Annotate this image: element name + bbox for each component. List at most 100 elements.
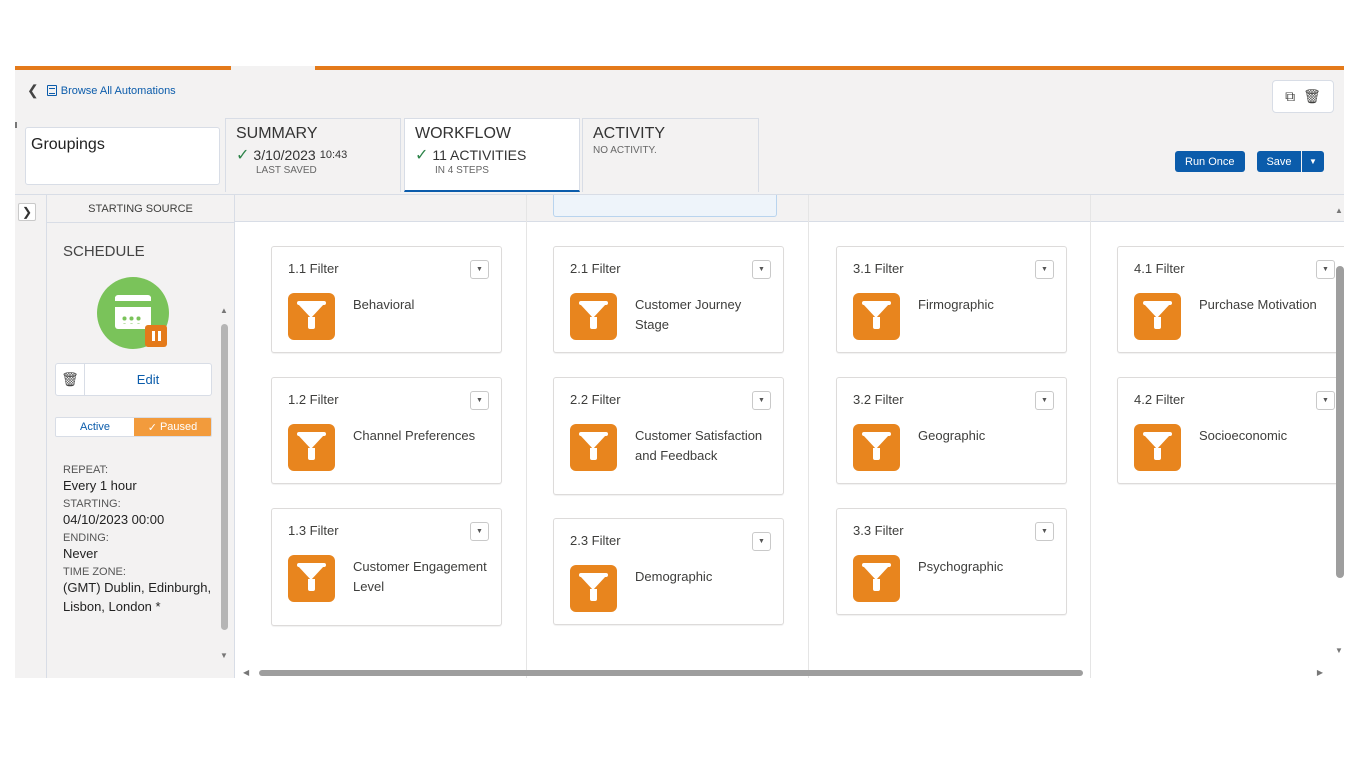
scroll-up-icon[interactable]: ▲ — [1335, 206, 1343, 215]
chevron-down-icon[interactable]: ▼ — [1316, 391, 1335, 410]
tab-workflow-sub: IN 4 STEPS — [435, 165, 489, 176]
drop-zone[interactable] — [553, 195, 777, 217]
chevron-right-icon[interactable]: ❯ — [18, 203, 36, 221]
ending-label: ENDING: — [63, 532, 109, 544]
status-toggle[interactable]: Active ✓ Paused — [55, 417, 212, 437]
scrollbar-thumb[interactable] — [221, 324, 228, 630]
funnel-icon — [853, 555, 900, 602]
scroll-up-icon[interactable]: ▲ — [220, 306, 228, 315]
funnel-icon — [853, 293, 900, 340]
chevron-down-icon[interactable]: ▼ — [470, 391, 489, 410]
toggle-paused-label: Paused — [159, 421, 198, 433]
check-icon: ✓ — [415, 147, 429, 164]
panel-tick — [15, 122, 19, 128]
scroll-down-icon[interactable]: ▼ — [220, 651, 228, 660]
starting-label: STARTING: — [63, 498, 121, 510]
scroll-left-icon[interactable]: ◀ — [243, 668, 249, 677]
edit-button[interactable]: Edit — [85, 363, 212, 396]
tab-activity[interactable]: ACTIVITY NO ACTIVITY. — [582, 118, 759, 192]
starting-source-panel: STARTING SOURCE SCHEDULE 🗑 Edit Active ✓… — [46, 195, 235, 678]
filter-activity-card[interactable]: 2.2 Filter ▼ Customer Satisfaction and Fee… — [553, 377, 784, 495]
ending-value: Never — [63, 546, 98, 561]
chevron-down-icon[interactable]: ▼ — [1316, 260, 1335, 279]
chevron-down-icon[interactable]: ▼ — [470, 522, 489, 541]
schedule-details: REPEAT: Every 1 hour STARTING: 04/10/202… — [63, 461, 213, 616]
starting-value: 04/10/2023 00:00 — [63, 512, 165, 527]
activity-title: 3.3 Filter — [853, 523, 904, 538]
step-header — [235, 195, 526, 222]
funnel-icon — [853, 424, 900, 471]
chevron-down-icon[interactable]: ▼ — [752, 532, 771, 551]
chevron-down-icon[interactable]: ▼ — [1302, 151, 1324, 172]
check-icon: ✓ — [147, 421, 157, 434]
filter-activity-card[interactable]: 1.3 Filter ▼ Customer Engagement Level — [271, 508, 502, 626]
tab-summary[interactable]: SUMMARY ✓ 3/10/2023 10:43 LAST SAVED — [225, 118, 401, 192]
workflow-canvas: 1.1 Filter ▼ Behavioral 1.2 Filter ▼ Channel … — [235, 195, 1344, 678]
trash-icon[interactable]: 🗑 — [1303, 88, 1321, 105]
toggle-active[interactable]: Active — [56, 418, 134, 436]
copy-icon[interactable]: ⧉ — [1285, 88, 1295, 105]
repeat-value: Every 1 hour — [63, 478, 137, 493]
activity-title: 1.2 Filter — [288, 392, 339, 407]
tab-workflow-title: WORKFLOW — [415, 125, 511, 142]
tab-summary-main: ✓ 3/10/2023 10:43 — [236, 145, 390, 165]
last-saved-time: 10:43 — [319, 149, 348, 161]
accent-bar — [15, 66, 231, 70]
chevron-down-icon[interactable]: ▼ — [752, 260, 771, 279]
activity-label: Customer Engagement Level — [353, 559, 487, 594]
filter-activity-card[interactable]: 1.2 Filter ▼ Channel Preferences — [271, 377, 502, 484]
workflow-vertical-scrollbar[interactable]: ▲ ▼ — [1334, 206, 1344, 676]
automation-studio-app: ❮ Browse All Automations ⧉ 🗑 Groupings S… — [15, 66, 1344, 678]
chevron-down-icon[interactable]: ▼ — [1035, 522, 1054, 541]
trash-icon[interactable]: 🗑 — [55, 363, 85, 396]
check-icon: ✓ — [236, 147, 250, 164]
toggle-paused[interactable]: ✓ Paused — [134, 418, 211, 436]
filter-activity-card[interactable]: 4.2 Filter ▼ Socioeconomic — [1117, 377, 1344, 484]
list-icon — [46, 85, 57, 96]
calendar-icon — [97, 277, 169, 349]
chevron-down-icon[interactable]: ▼ — [752, 391, 771, 410]
funnel-icon — [288, 424, 335, 471]
funnel-icon — [570, 565, 617, 612]
scroll-down-icon[interactable]: ▼ — [1335, 646, 1343, 655]
scrollbar-thumb[interactable] — [1336, 266, 1344, 578]
tab-workflow[interactable]: WORKFLOW ✓ 11 ACTIVITIES IN 4 STEPS — [404, 118, 580, 192]
funnel-icon — [1134, 293, 1181, 340]
filter-activity-card[interactable]: 3.1 Filter ▼ Firmographic — [836, 246, 1067, 353]
breadcrumb-link[interactable]: Browse All Automations — [61, 85, 176, 97]
activity-label: Socioeconomic — [1199, 428, 1288, 443]
last-saved-date: 3/10/2023 — [253, 147, 316, 163]
filter-activity-card[interactable]: 1.1 Filter ▼ Behavioral — [271, 246, 502, 353]
filter-activity-card[interactable]: 2.1 Filter ▼ Customer Journey Stage — [553, 246, 784, 353]
scrollbar-thumb[interactable] — [259, 670, 1083, 676]
activity-label: Customer Satisfaction and Feedback — [635, 428, 763, 463]
step-header — [809, 195, 1090, 222]
run-once-button[interactable]: Run Once — [1175, 151, 1245, 172]
activity-title: 3.2 Filter — [853, 392, 904, 407]
funnel-icon — [570, 293, 617, 340]
activity-label: Channel Preferences — [353, 428, 476, 443]
chevron-down-icon[interactable]: ▼ — [1035, 391, 1054, 410]
save-button[interactable]: Save — [1257, 151, 1301, 172]
activity-title: 2.3 Filter — [570, 533, 621, 548]
step-header — [1091, 195, 1344, 222]
tab-activity-title: ACTIVITY — [593, 125, 666, 142]
starting-source-header: STARTING SOURCE — [47, 195, 234, 223]
left-panel-scrollbar[interactable]: ▲ ▼ — [220, 306, 228, 660]
timezone-value: (GMT) Dublin, Edinburgh, Lisbon, London … — [63, 580, 212, 614]
scroll-right-icon[interactable]: ▶ — [1317, 668, 1323, 677]
filter-activity-card[interactable]: 4.1 Filter ▼ Purchase Motivation — [1117, 246, 1344, 353]
calendar-header — [115, 297, 151, 307]
filter-activity-card[interactable]: 3.3 Filter ▼ Psychographic — [836, 508, 1067, 615]
filter-activity-card[interactable]: 3.2 Filter ▼ Geographic — [836, 377, 1067, 484]
chevron-down-icon[interactable]: ▼ — [470, 260, 489, 279]
chevron-left-icon[interactable]: ❮ — [27, 82, 39, 99]
activity-title: 4.2 Filter — [1134, 392, 1185, 407]
activity-title: 1.1 Filter — [288, 261, 339, 276]
funnel-icon — [288, 293, 335, 340]
chevron-down-icon[interactable]: ▼ — [1035, 260, 1054, 279]
breadcrumb[interactable]: ❮ Browse All Automations — [27, 82, 176, 99]
filter-activity-card[interactable]: 2.3 Filter ▼ Demographic — [553, 518, 784, 625]
automation-name-field[interactable]: Groupings — [25, 127, 220, 185]
workflow-horizontal-scrollbar[interactable]: ◀ ▶ — [243, 668, 1323, 678]
